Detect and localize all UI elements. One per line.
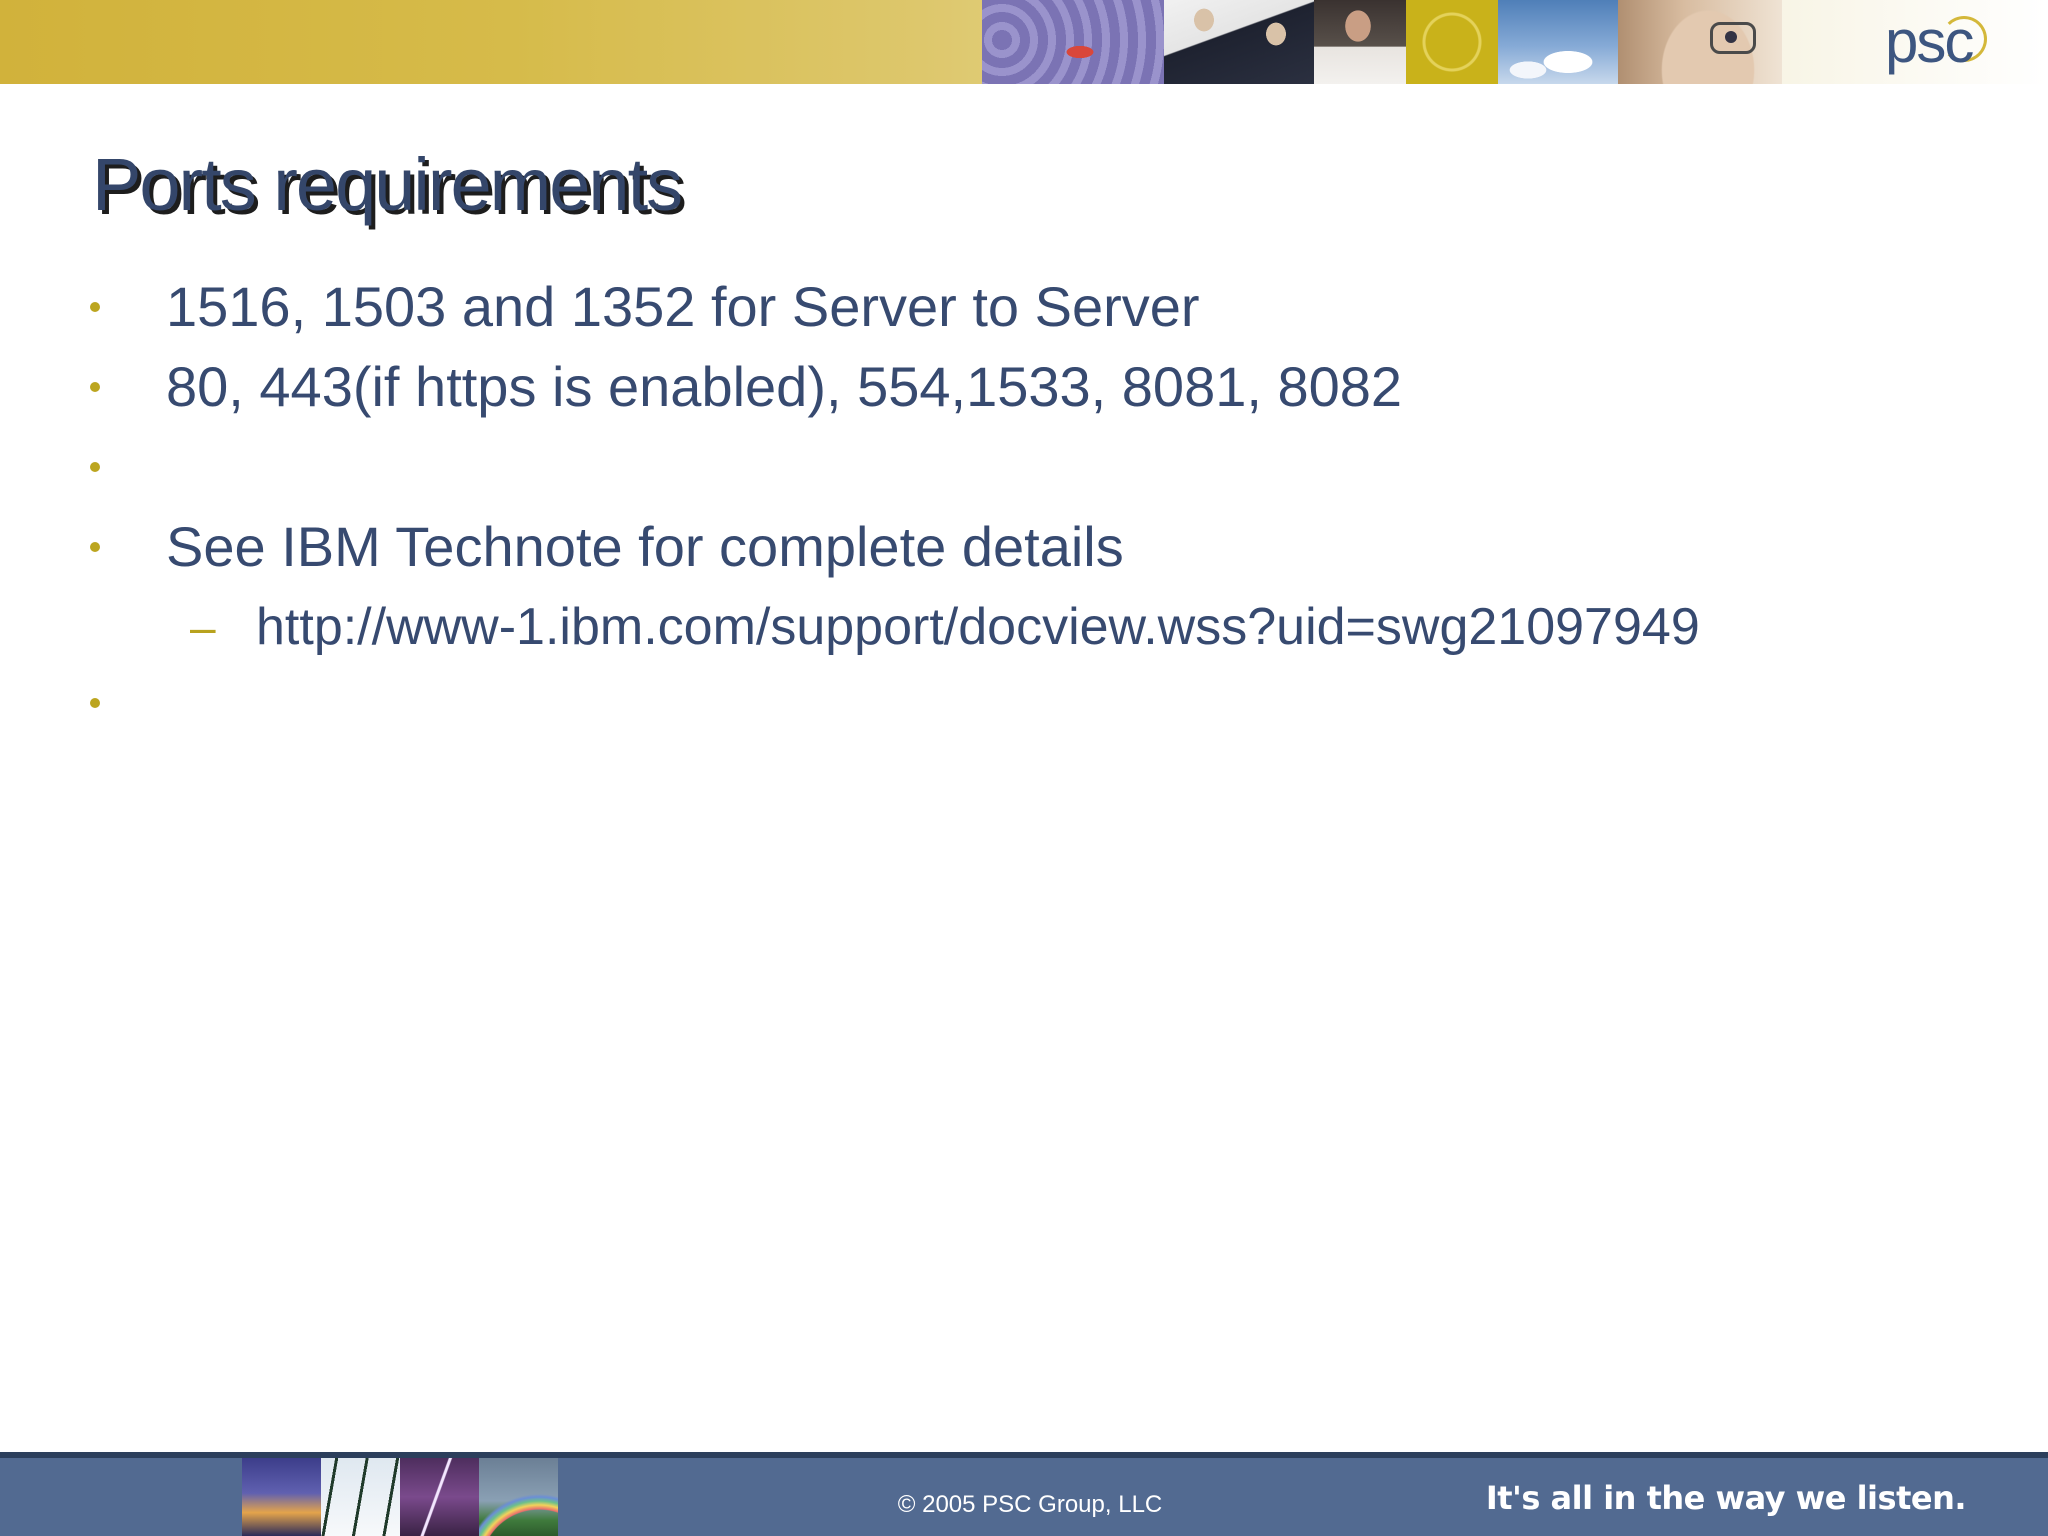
face-glasses-photo bbox=[1618, 0, 1782, 84]
bullet-dot-icon bbox=[90, 698, 100, 708]
gold-circle-photo bbox=[1406, 0, 1498, 84]
businesswoman-photo bbox=[1314, 0, 1406, 84]
psc-logo: psc bbox=[1885, 8, 1974, 75]
bullet-text: See IBM Technote for complete details bbox=[166, 515, 1124, 578]
sky-ladder-photo bbox=[1498, 0, 1618, 84]
bullet-dot-icon bbox=[90, 302, 100, 312]
bullet-text: 1516, 1503 and 1352 for Server to Server bbox=[166, 275, 1200, 338]
bullet-dot-icon bbox=[90, 542, 100, 552]
slide-title: Ports requirements bbox=[92, 143, 683, 226]
bullet-dot-icon bbox=[90, 382, 100, 392]
technote-link[interactable]: http://www-1.ibm.com/support/docview.wss… bbox=[256, 592, 1700, 662]
dash-icon: – bbox=[190, 601, 216, 653]
tagline-text: It's all in the way we listen. bbox=[1485, 1479, 1967, 1517]
glasses-icon bbox=[1710, 22, 1756, 54]
umbrellas-photo bbox=[982, 0, 1164, 84]
bullet-dot-icon bbox=[90, 462, 100, 472]
bullet-text: 80, 443(if https is enabled), 554,1533, … bbox=[166, 355, 1403, 418]
handshake-photo bbox=[1164, 0, 1314, 84]
header-photo-strip bbox=[982, 0, 1782, 84]
